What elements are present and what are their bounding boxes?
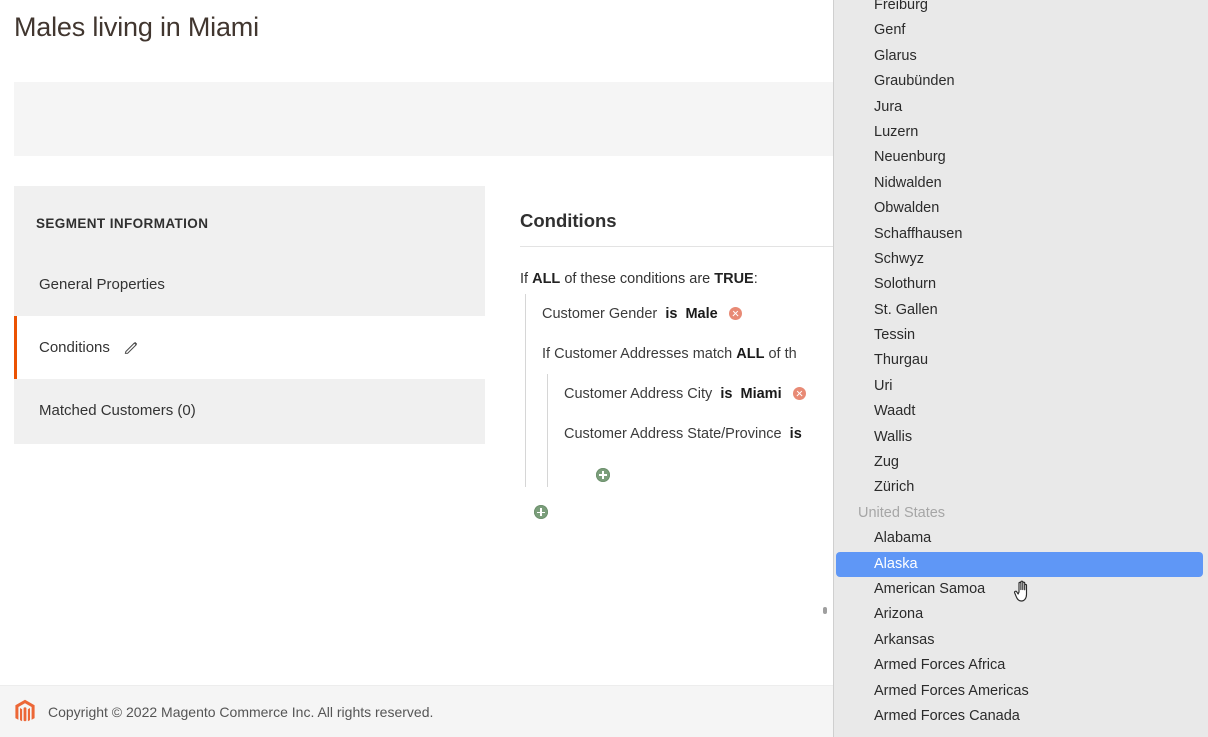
root-operator[interactable]: ALL xyxy=(532,271,560,287)
segment-information-heading: SEGMENT INFORMATION xyxy=(36,216,209,231)
page-actions-toolbar xyxy=(14,82,833,156)
dropdown-option[interactable]: Glarus xyxy=(834,44,1208,69)
dropdown-option[interactable]: Neuenburg xyxy=(834,145,1208,170)
condition-children-level-2: Customer Address City is Miami Customer … xyxy=(547,374,833,488)
dropdown-option[interactable]: Schwyz xyxy=(834,247,1208,272)
dropdown-option[interactable]: Arkansas xyxy=(834,628,1208,653)
dropdown-option[interactable]: American Samoa xyxy=(834,577,1208,602)
condition-value[interactable]: Miami xyxy=(741,386,782,402)
footer-copyright: Copyright © 2022 Magento Commerce Inc. A… xyxy=(48,703,434,720)
condition-label[interactable]: Customer Address City xyxy=(564,386,712,402)
delete-circle-icon[interactable] xyxy=(792,387,806,401)
scrollbar-thumb[interactable] xyxy=(823,607,827,614)
dropdown-option[interactable]: Freiburg xyxy=(834,0,1208,18)
nested-match-word: match xyxy=(692,345,733,362)
condition-operator[interactable]: is xyxy=(790,426,802,442)
dropdown-option[interactable]: Schaffhausen xyxy=(834,222,1208,247)
add-condition-row-outer xyxy=(520,487,833,524)
dropdown-option[interactable]: Nidwalden xyxy=(834,171,1208,196)
magento-logo-icon xyxy=(14,699,36,725)
page-content: Males living in Miami SEGMENT INFORMATIO… xyxy=(0,0,833,737)
dropdown-option[interactable]: Luzern xyxy=(834,120,1208,145)
delete-circle-icon[interactable] xyxy=(728,307,742,321)
condition-operator[interactable]: is xyxy=(665,306,677,322)
nested-suffix: of th xyxy=(768,345,797,362)
dropdown-option-selected[interactable]: Alaska xyxy=(836,551,1203,577)
dropdown-option[interactable]: Jura xyxy=(834,95,1208,120)
dropdown-option[interactable]: Wallis xyxy=(834,425,1208,450)
sidebar-item-label: Conditions xyxy=(39,339,110,356)
condition-operator[interactable]: is xyxy=(720,386,732,402)
condition-label[interactable]: Customer Gender xyxy=(542,306,657,322)
conditions-heading: Conditions xyxy=(520,210,617,231)
sidebar-item-label: General Properties xyxy=(39,276,165,293)
root-value[interactable]: TRUE xyxy=(714,271,753,287)
dropdown-option[interactable]: Arizona xyxy=(834,602,1208,627)
condition-root-line: If ALL of these conditions are TRUE: xyxy=(520,271,833,294)
nested-operator[interactable]: ALL xyxy=(736,346,764,362)
add-circle-icon[interactable] xyxy=(534,505,548,520)
dropdown-option[interactable]: Solothurn xyxy=(834,272,1208,297)
root-mid-text: of these conditions are xyxy=(564,271,711,287)
sidebar-item-conditions[interactable]: Conditions xyxy=(14,316,485,379)
condition-row-customer-gender: Customer Gender is Male xyxy=(542,294,833,334)
add-condition-row-inner xyxy=(564,454,833,487)
dropdown-option[interactable]: Graubünden xyxy=(834,69,1208,94)
page-footer: Copyright © 2022 Magento Commerce Inc. A… xyxy=(0,685,833,737)
pencil-icon xyxy=(124,341,139,356)
dropdown-group-header: United States xyxy=(858,504,946,521)
conditions-panel: Conditions If ALL of these conditions ar… xyxy=(520,210,833,525)
app-root: Males living in Miami SEGMENT INFORMATIO… xyxy=(0,0,1208,737)
dropdown-option-list: Freiburg Genf Glarus Graubünden Jura Luzern Ne… xyxy=(834,0,1208,729)
dropdown-option[interactable]: Tessin xyxy=(834,323,1208,348)
nested-prefix: If xyxy=(542,345,551,362)
dropdown-option[interactable]: Zürich xyxy=(834,475,1208,500)
dropdown-option[interactable]: Zug xyxy=(834,450,1208,475)
condition-row-address-state: Customer Address State/Province is xyxy=(564,415,833,454)
root-prefix: If xyxy=(520,271,529,287)
segment-information-nav: SEGMENT INFORMATION General Properties C… xyxy=(14,186,485,444)
condition-label[interactable]: Customer Address State/Province xyxy=(564,426,782,442)
dropdown-option[interactable]: Genf xyxy=(834,18,1208,43)
dropdown-option[interactable]: Thurgau xyxy=(834,348,1208,373)
dropdown-option[interactable]: Armed Forces Canada xyxy=(834,704,1208,729)
condition-group-customer-addresses: If Customer Addresses match ALL of th xyxy=(542,335,833,374)
dropdown-option[interactable]: Uri xyxy=(834,374,1208,399)
conditions-tree: If ALL of these conditions are TRUE: Cus… xyxy=(520,247,833,525)
condition-value[interactable]: Male xyxy=(685,306,717,322)
dropdown-option[interactable]: St. Gallen xyxy=(834,298,1208,323)
sidebar-item-label: Matched Customers (0) xyxy=(39,402,196,419)
dropdown-option[interactable]: Waadt xyxy=(834,399,1208,424)
condition-row-address-city: Customer Address City is Miami xyxy=(564,374,833,414)
state-province-dropdown[interactable]: Freiburg Genf Glarus Graubünden Jura Luzern Ne… xyxy=(833,0,1208,737)
dropdown-option[interactable]: Armed Forces Americas xyxy=(834,679,1208,704)
add-circle-icon[interactable] xyxy=(596,467,610,482)
sidebar-item-matched-customers[interactable]: Matched Customers (0) xyxy=(14,379,485,442)
sidebar-item-general-properties[interactable]: General Properties xyxy=(14,253,485,316)
dropdown-option[interactable]: Obwalden xyxy=(834,196,1208,221)
nested-subject[interactable]: Customer Addresses xyxy=(554,346,689,362)
root-suffix: : xyxy=(753,271,758,287)
page-title: Males living in Miami xyxy=(14,12,259,42)
dropdown-option[interactable]: Alabama xyxy=(834,526,1208,551)
condition-children-level-1: Customer Gender is Male If Customer Addr… xyxy=(525,294,833,488)
dropdown-option[interactable]: Armed Forces Africa xyxy=(834,653,1208,678)
